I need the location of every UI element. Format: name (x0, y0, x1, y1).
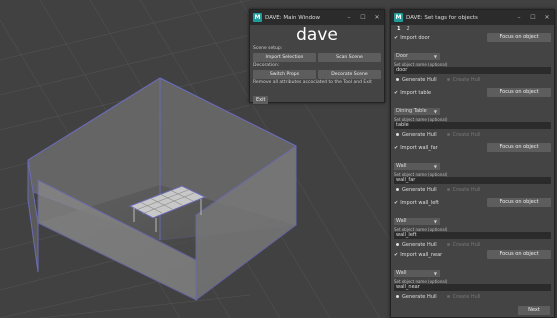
object-name-field[interactable]: table (394, 122, 551, 129)
tab-bar: 1 2 (397, 26, 554, 33)
tab-1[interactable]: 1 (397, 26, 400, 33)
tags-window-title: DAVE: Set tags for objects (406, 14, 478, 21)
generate-hull-radio[interactable]: Generate Hull (396, 77, 437, 84)
decorate-scene-button[interactable]: Decorate Scene (318, 70, 381, 79)
import-checkbox[interactable]: ✔ (394, 145, 398, 151)
focus-on-object-button[interactable]: Focus on object (487, 250, 551, 259)
create-hull-radio[interactable]: Create Hull (446, 132, 481, 139)
chevron-down-icon: ▼ (433, 109, 437, 114)
dave-logo: dave (296, 25, 338, 45)
minimize-icon[interactable]: – (512, 14, 526, 21)
close-icon[interactable]: ✕ (540, 14, 554, 21)
main-window: M DAVE: Main Window – ☐ ✕ dave Scene set… (249, 9, 385, 104)
import-label: Import wall_near (400, 251, 443, 258)
object-panel-wall-far: ✔ Import wall_far Focus on object Wall ▼ … (391, 143, 554, 197)
object-panel-wall-near: ✔ Import wall_near Focus on object Wall ▼… (391, 250, 554, 304)
scan-scene-button[interactable]: Scan Scene (318, 53, 381, 62)
import-label: Import wall_left (400, 199, 439, 206)
tags-window-titlebar[interactable]: M DAVE: Set tags for objects – ☐ ✕ (391, 10, 554, 25)
focus-on-object-button[interactable]: Focus on object (487, 198, 551, 207)
chevron-down-icon: ▼ (433, 219, 437, 224)
main-window-titlebar[interactable]: M DAVE: Main Window – ☐ ✕ (250, 10, 384, 25)
exit-button[interactable]: Exit (253, 96, 269, 104)
import-selection-button[interactable]: Import Selection (253, 53, 316, 62)
tag-dropdown[interactable]: Wall ▼ (394, 270, 440, 277)
object-panel-wall-left: ✔ Import wall_left Focus on object Wall ▼… (391, 198, 554, 252)
chevron-down-icon: ▼ (433, 271, 437, 276)
decoration-label: Decoration: (253, 63, 280, 68)
generate-hull-radio[interactable]: Generate Hull (396, 242, 437, 249)
object-panel-table: ✔ Import table Focus on object Dining Ta… (391, 88, 554, 142)
focus-on-object-button[interactable]: Focus on object (487, 143, 551, 152)
import-label: Import door (400, 34, 430, 41)
minimize-icon[interactable]: – (342, 14, 356, 21)
object-panel-door: ✔ Import door Focus on object Door ▼ Set … (391, 33, 554, 87)
import-label: Import wall_far (400, 144, 438, 151)
focus-on-object-button[interactable]: Focus on object (487, 33, 551, 42)
import-checkbox[interactable]: ✔ (394, 90, 398, 96)
import-checkbox[interactable]: ✔ (394, 35, 398, 41)
dave-logo-icon: M (394, 13, 403, 22)
focus-on-object-button[interactable]: Focus on object (487, 88, 551, 97)
generate-hull-radio[interactable]: Generate Hull (396, 294, 437, 301)
scene-setup-label: Scene setup: (253, 46, 283, 51)
create-hull-radio[interactable]: Create Hull (446, 187, 481, 194)
next-button[interactable]: Next (518, 306, 550, 315)
import-checkbox[interactable]: ✔ (394, 200, 398, 206)
tag-dropdown[interactable]: Dining Table ▼ (394, 108, 440, 115)
close-icon[interactable]: ✕ (370, 14, 384, 21)
generate-hull-radio[interactable]: Generate Hull (396, 187, 437, 194)
create-hull-radio[interactable]: Create Hull (446, 77, 481, 84)
object-name-field[interactable]: wall_far (394, 177, 551, 184)
generate-hull-radio[interactable]: Generate Hull (396, 132, 437, 139)
tag-dropdown[interactable]: Wall ▼ (394, 163, 440, 170)
object-name-field[interactable]: wall_left (394, 232, 551, 239)
main-window-title: DAVE: Main Window (265, 14, 320, 21)
chevron-down-icon: ▼ (433, 164, 437, 169)
switch-props-button[interactable]: Switch Props (253, 70, 316, 79)
object-name-field[interactable]: wall_near (394, 284, 551, 291)
object-name-field[interactable]: door (394, 67, 551, 74)
create-hull-radio[interactable]: Create Hull (446, 294, 481, 301)
maximize-icon[interactable]: ☐ (526, 14, 540, 21)
import-checkbox[interactable]: ✔ (394, 252, 398, 258)
tag-dropdown[interactable]: Door ▼ (394, 53, 440, 60)
dave-logo-icon: M (253, 13, 262, 22)
chevron-down-icon: ▼ (433, 54, 437, 59)
tab-2[interactable]: 2 (406, 26, 409, 33)
create-hull-radio[interactable]: Create Hull (446, 242, 481, 249)
remove-attributes-note: Remove all attributes accociated to the … (253, 80, 372, 85)
tag-dropdown[interactable]: Wall ▼ (394, 218, 440, 225)
import-label: Import table (400, 89, 432, 96)
tags-window: M DAVE: Set tags for objects – ☐ ✕ 1 2 ✔… (390, 9, 555, 318)
maximize-icon[interactable]: ☐ (356, 14, 370, 21)
